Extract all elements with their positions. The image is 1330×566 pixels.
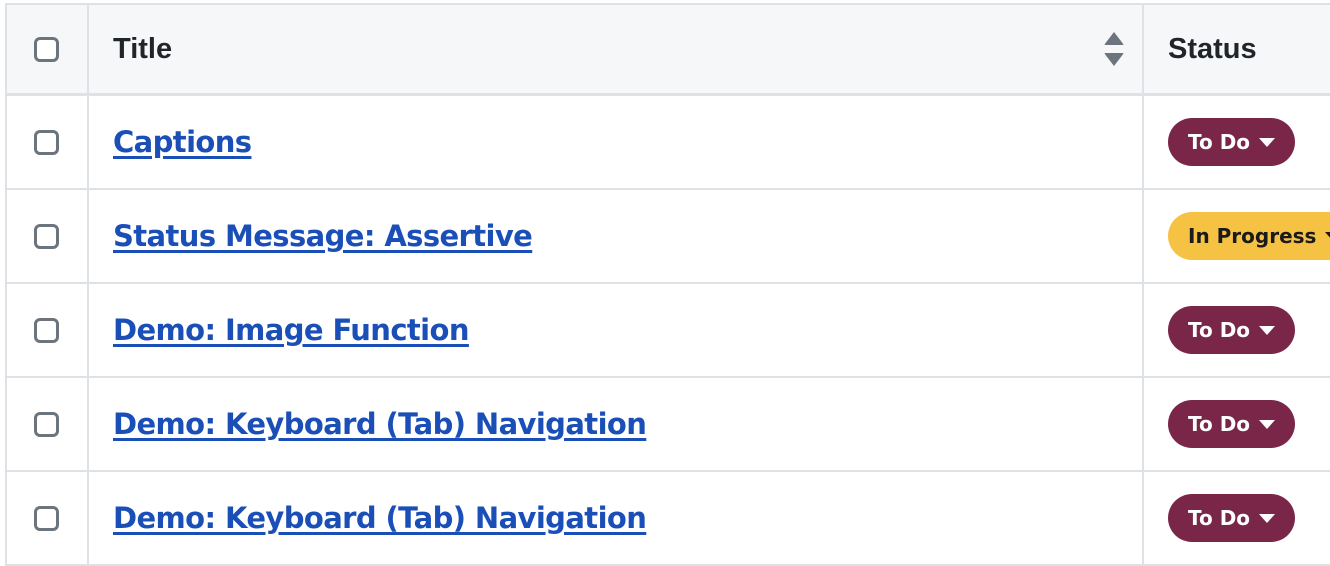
row-title-cell: Demo: Keyboard (Tab) Navigation <box>89 472 1144 564</box>
row-status-cell: In Progress <box>1144 190 1330 282</box>
header-checkbox-cell <box>7 5 89 93</box>
status-label: To Do <box>1188 318 1251 342</box>
row-title-cell: Demo: Image Function <box>89 284 1144 376</box>
table-row: Demo: Keyboard (Tab) Navigation To Do <box>7 378 1330 472</box>
items-table: Title Status Captions To Do Status Messa… <box>5 3 1330 566</box>
table-row: Captions To Do <box>7 96 1330 190</box>
select-all-checkbox[interactable] <box>33 36 59 62</box>
item-title-link[interactable]: Captions <box>113 125 252 159</box>
status-header-cell: Status <box>1144 5 1330 93</box>
row-status-cell: To Do <box>1144 378 1330 470</box>
status-dropdown-badge[interactable]: To Do <box>1168 118 1296 166</box>
row-checkbox-cell <box>7 190 89 282</box>
row-checkbox-cell <box>7 378 89 470</box>
title-column-header: Title <box>113 32 173 65</box>
row-title-cell: Status Message: Assertive <box>89 190 1144 282</box>
status-dropdown-badge[interactable]: To Do <box>1168 494 1296 542</box>
caret-down-icon <box>1325 231 1330 241</box>
row-status-cell: To Do <box>1144 96 1330 188</box>
caret-down-icon <box>1259 513 1276 523</box>
row-checkbox-cell <box>7 96 89 188</box>
row-checkbox-cell <box>7 472 89 564</box>
row-checkbox[interactable] <box>33 317 59 343</box>
table-row: Status Message: Assertive In Progress <box>7 190 1330 284</box>
status-dropdown-badge[interactable]: To Do <box>1168 400 1296 448</box>
status-column-header: Status <box>1168 32 1257 65</box>
row-checkbox[interactable] <box>33 129 59 155</box>
caret-down-icon <box>1259 325 1276 335</box>
sort-updown-icon[interactable] <box>1104 32 1124 66</box>
row-checkbox-cell <box>7 284 89 376</box>
row-status-cell: To Do <box>1144 472 1330 564</box>
status-dropdown-badge[interactable]: To Do <box>1168 306 1296 354</box>
item-title-link[interactable]: Demo: Keyboard (Tab) Navigation <box>113 501 647 535</box>
row-checkbox[interactable] <box>33 411 59 437</box>
row-checkbox[interactable] <box>33 505 59 531</box>
caret-down-icon <box>1259 137 1276 147</box>
status-label: To Do <box>1188 506 1251 530</box>
status-label: In Progress <box>1188 224 1317 248</box>
item-title-link[interactable]: Status Message: Assertive <box>113 219 533 253</box>
caret-down-icon <box>1259 419 1276 429</box>
row-checkbox[interactable] <box>33 223 59 249</box>
status-dropdown-badge[interactable]: In Progress <box>1168 212 1330 260</box>
row-status-cell: To Do <box>1144 284 1330 376</box>
row-title-cell: Captions <box>89 96 1144 188</box>
status-label: To Do <box>1188 130 1251 154</box>
item-title-link[interactable]: Demo: Image Function <box>113 313 470 347</box>
table-row: Demo: Image Function To Do <box>7 284 1330 378</box>
table-row: Demo: Keyboard (Tab) Navigation To Do <box>7 472 1330 566</box>
item-title-link[interactable]: Demo: Keyboard (Tab) Navigation <box>113 407 647 441</box>
row-title-cell: Demo: Keyboard (Tab) Navigation <box>89 378 1144 470</box>
table-header: Title Status <box>7 5 1330 96</box>
title-header-cell[interactable]: Title <box>89 5 1144 93</box>
status-label: To Do <box>1188 412 1251 436</box>
